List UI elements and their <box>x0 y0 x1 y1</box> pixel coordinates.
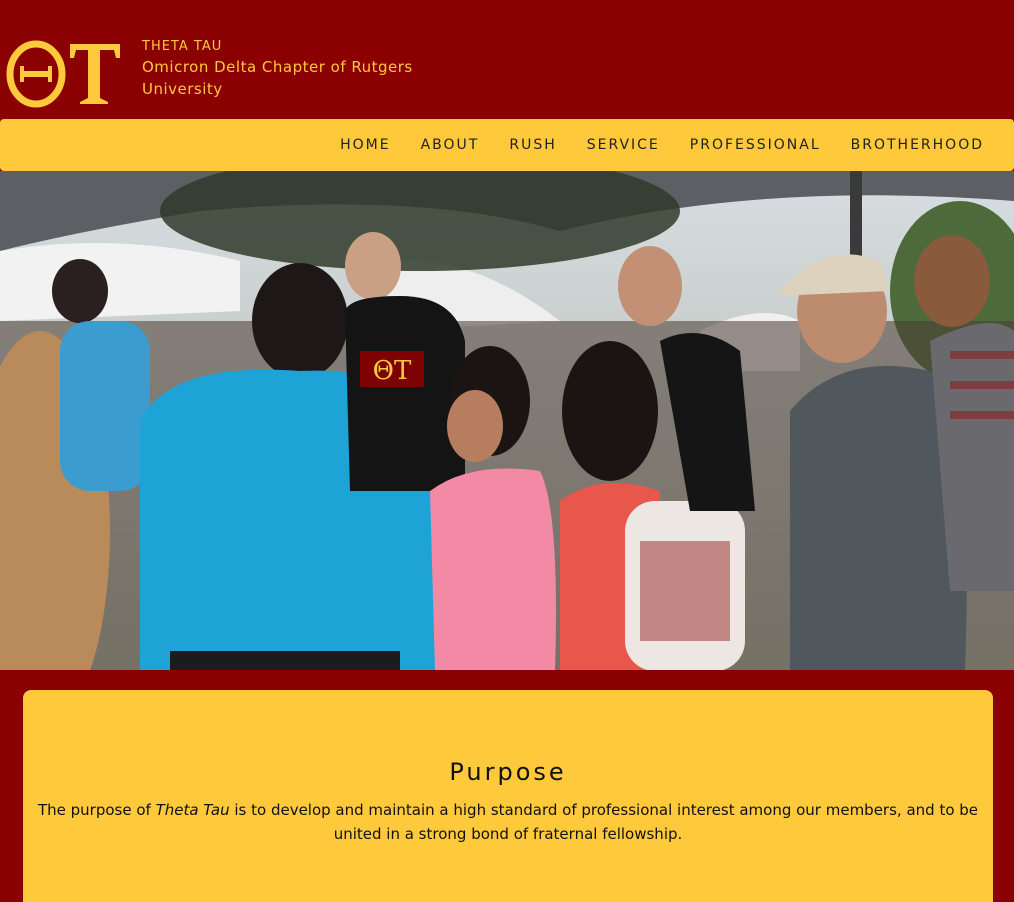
chapter-name: Omicron Delta Chapter of Rutgers Univers… <box>142 58 413 98</box>
nav-brotherhood[interactable]: BROTHERHOOD <box>851 137 984 153</box>
purpose-text-after: is to develop and maintain a high standa… <box>229 801 979 843</box>
theta-tau-logo[interactable] <box>6 36 122 108</box>
nav-professional[interactable]: PROFESSIONAL <box>690 137 821 153</box>
hero-photo: ΘT <box>0 171 1014 670</box>
nav-service[interactable]: SERVICE <box>587 137 660 153</box>
purpose-text-before: The purpose of <box>37 801 156 819</box>
nav-about[interactable]: ABOUT <box>421 137 480 153</box>
main-nav: HOME ABOUT RUSH SERVICE PROFESSIONAL BRO… <box>0 119 1014 171</box>
brand-text: THETA TAU Omicron Delta Chapter of Rutge… <box>142 38 432 100</box>
nav-rush[interactable]: RUSH <box>509 137 556 153</box>
shirt-letters: ΘT <box>373 356 412 386</box>
site-header: THETA TAU Omicron Delta Chapter of Rutge… <box>0 0 1014 119</box>
purpose-text-emphasis: Theta Tau <box>155 801 230 819</box>
purpose-title: Purpose <box>449 758 567 786</box>
crowd-photo-illustration: ΘT <box>0 171 1014 670</box>
nav-home[interactable]: HOME <box>340 137 390 153</box>
org-name: THETA TAU <box>142 39 223 54</box>
purpose-text: The purpose of Theta Tau is to develop a… <box>33 798 983 846</box>
purpose-card: Purpose The purpose of Theta Tau is to d… <box>23 690 993 902</box>
